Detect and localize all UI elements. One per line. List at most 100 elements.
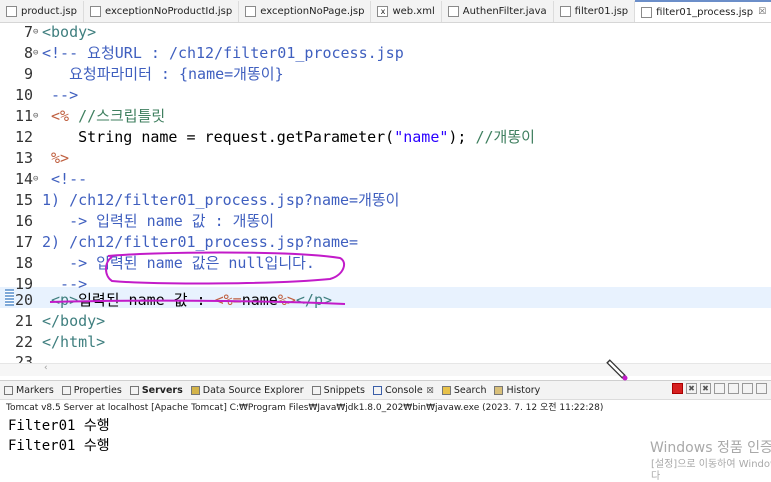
code-text: name [241,291,278,309]
tab-filter01-process-jsp[interactable]: filter01_process.jsp ☒ [635,0,771,22]
clear-console-icon[interactable] [714,383,725,394]
line-number: 21 [14,312,33,330]
code-text: 2) /ch12/filter01_process.jsp?name= [42,233,359,251]
tab-exceptionNoPage-jsp[interactable]: exceptionNoPage.jsp [239,0,372,22]
jsp-file-icon [6,5,17,17]
line-number: 8 [23,44,33,62]
tab-search[interactable]: Search [438,385,491,396]
line-number: 11 [14,107,33,125]
code-line: 17 2) /ch12/filter01_process.jsp?name= [0,232,771,253]
tab-data-source-explorer[interactable]: Data Source Explorer [187,385,308,396]
fold-icon[interactable]: ⊖ [33,169,42,190]
line-number: 13 [14,149,33,167]
tab-label: History [506,384,541,396]
tab-label: Snippets [323,384,365,396]
remove-all-icon[interactable]: ✖ [700,383,711,394]
tab-label: AuthenFilter.java [462,5,547,17]
expression-open: <%= [214,291,242,309]
console-icon [372,385,382,395]
line-number: 20 [14,291,33,309]
scriptlet-open: <% [42,107,70,125]
editor-tab-bar: product.jsp exceptionNoProductId.jsp exc… [0,0,771,23]
tab-label: filter01_process.jsp [656,6,754,18]
word-wrap-icon[interactable] [742,383,753,394]
pin-console-icon[interactable] [756,383,767,394]
activation-watermark: Windows 정품 인증 [650,440,771,456]
tab-label: Console [384,384,423,396]
database-icon [190,385,200,395]
jsp-file-icon [245,5,257,17]
view-tab-bar: Markers Properties Servers Data Source E… [0,380,771,400]
search-icon [441,385,451,395]
line-number: 16 [14,212,33,230]
horizontal-scrollbar[interactable]: ‹ [0,363,771,376]
code-text: <!-- [42,170,88,188]
code-text: 입력된 name 값 : [78,291,215,309]
fold-icon[interactable]: ⊖ [33,22,42,43]
close-tab-icon[interactable]: ☒ [427,386,434,395]
line-number: 18 [14,254,33,272]
tab-web-xml[interactable]: x web.xml [371,0,442,22]
code-line: 23 [0,352,771,363]
tab-exceptionNoProductId-jsp[interactable]: exceptionNoProductId.jsp [84,0,240,22]
scroll-left-icon[interactable]: ‹ [44,363,48,373]
history-icon [494,385,504,395]
tab-markers[interactable]: Markers [0,385,58,396]
tab-product-jsp[interactable]: product.jsp [0,0,84,22]
code-text: --> [42,86,79,104]
tab-history[interactable]: History [490,385,544,396]
code-text: 요청파라미터 : {name=개똥이} [42,65,284,83]
tab-servers[interactable]: Servers [126,385,187,396]
snippets-icon [311,385,321,395]
scroll-lock-icon[interactable] [728,383,739,394]
fold-icon[interactable]: ⊖ [33,43,42,64]
console-line: Filter01 수행 [8,418,110,434]
line-number: 15 [14,191,33,209]
line-number: 22 [14,333,33,351]
tab-AuthenFilter-java[interactable]: AuthenFilter.java [442,0,554,22]
activation-watermark-subtext-2: 다 [651,471,661,482]
code-text: %> [42,149,70,167]
tab-filter01-jsp[interactable]: filter01.jsp [554,0,636,22]
code-line: 18 -> 입력된 name 값은 null입니다. [0,253,771,274]
markers-icon [4,385,13,395]
line-number: 23 [14,353,33,363]
tab-label: Markers [16,384,54,396]
tab-label: exceptionNoProductId.jsp [104,5,233,17]
tab-label: Data Source Explorer [202,384,304,396]
code-line: 13 %> [0,148,771,169]
expression-close: %> [277,291,296,309]
line-number: 17 [14,233,33,251]
code-line: 15 1) /ch12/filter01_process.jsp?name=개똥이 [0,190,771,211]
console-toolbar: ✖ ✖ [672,383,767,394]
code-line: 8 ⊖ <!-- 요청URL : /ch12/filter01_process.js… [0,43,771,64]
code-text: String name = request.getParameter( [42,128,395,146]
jsp-file-icon [89,5,101,17]
code-line: 11 ⊖ <% //스크립틀릿 [0,106,771,127]
tab-properties[interactable]: Properties [58,385,126,396]
line-number: 12 [14,128,33,146]
code-line: 12 String name = request.getParameter("n… [0,127,771,148]
xml-file-icon: x [377,5,389,17]
console-line: Filter01 수행 [8,438,110,454]
code-line-current: 20 <p>입력된 name 값 : <%=name%></p> [0,290,771,311]
code-comment: //개똥이 [475,128,535,146]
code-string: "name" [394,128,449,146]
code-text: <body> [42,23,97,41]
close-tab-icon[interactable]: ☒ [758,7,766,17]
fold-icon[interactable]: ⊖ [33,106,42,127]
remove-launch-icon[interactable]: ✖ [686,383,697,394]
jsp-file-icon [559,5,571,17]
activation-watermark-subtext: [설정]으로 이동하여 Windows [651,459,771,470]
tab-snippets[interactable]: Snippets [308,385,369,396]
code-text: 1) /ch12/filter01_process.jsp?name=개똥이 [42,191,400,209]
tab-label: Search [453,384,487,396]
tab-console[interactable]: Console ☒ [369,385,438,396]
code-text: </body> [42,312,106,330]
servers-icon [129,385,139,395]
code-comment: //스크립틀릿 [69,107,166,125]
tab-label: Properties [73,384,122,396]
terminate-icon[interactable] [672,383,683,394]
code-text: <!-- 요청URL : /ch12/filter01_process.jsp [42,44,404,62]
code-text: -> 입력된 name 값은 null입니다. [42,254,315,272]
